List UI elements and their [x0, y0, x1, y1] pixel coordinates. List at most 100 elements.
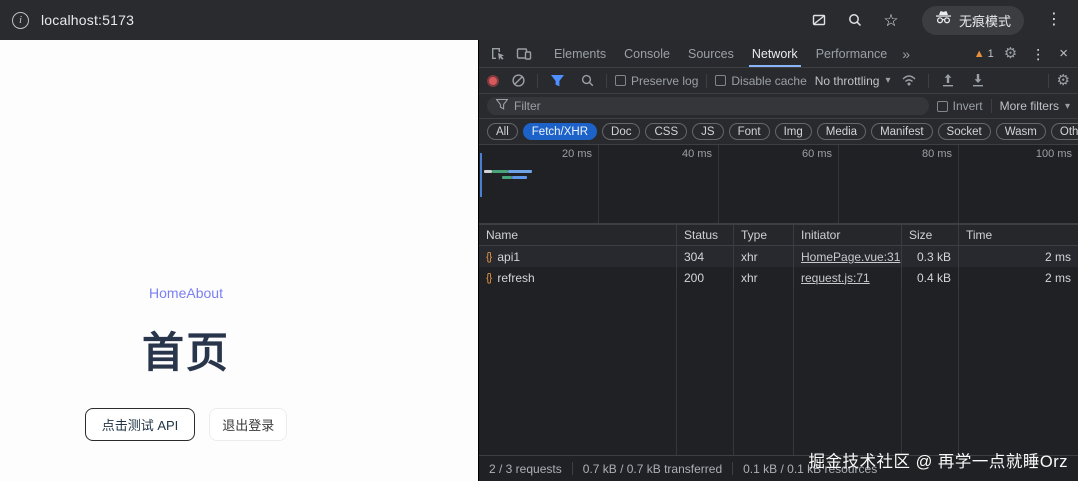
incognito-icon	[935, 11, 952, 29]
timeline-tick-label: 100 ms	[959, 145, 1078, 223]
column-header[interactable]: Name	[479, 225, 677, 245]
request-type-chip[interactable]: Wasm	[996, 123, 1046, 140]
watermark-text: 掘金技术社区 @ 再学一点就睡Orz	[809, 448, 1069, 472]
request-type-chip[interactable]: Media	[817, 123, 866, 140]
network-conditions-icon[interactable]	[898, 70, 920, 92]
request-time: 2 ms	[959, 246, 1078, 267]
request-type-chips: All Fetch/XHR Doc CSS JS Font Img Media Manifest…	[479, 119, 1078, 145]
request-type-chip[interactable]: Doc	[602, 123, 640, 140]
preserve-log-checkbox[interactable]: Preserve log	[615, 74, 698, 88]
import-har-icon[interactable]	[937, 70, 959, 92]
requests-table: NameStatusTypeInitiatorSizeTime {}api130…	[479, 224, 1078, 481]
initiator-link[interactable]: HomePage.vue:31	[801, 250, 900, 264]
request-type-chip[interactable]: CSS	[645, 123, 687, 140]
request-size: 0.4 kB	[902, 267, 959, 288]
column-header[interactable]: Type	[734, 225, 794, 245]
warning-icon: ▲	[974, 48, 985, 60]
request-type-chip[interactable]: Other	[1051, 123, 1078, 140]
column-header[interactable]: Initiator	[794, 225, 902, 245]
export-har-icon[interactable]	[967, 70, 989, 92]
incognito-label: 无痕模式	[959, 11, 1011, 30]
initiator-link[interactable]: request.js:71	[801, 271, 870, 285]
web-page: HomeAbout 首页 点击测试 API 退出登录	[0, 40, 478, 481]
timeline-tick-label: 60 ms	[719, 145, 839, 223]
devtools-tabbar: ElementsConsoleSourcesNetworkPerformance…	[479, 40, 1078, 68]
nav-link-home[interactable]: Home	[149, 285, 186, 301]
timeline-segments: 20 ms40 ms60 ms80 ms100 ms	[479, 145, 1078, 223]
network-overview-timeline[interactable]: 20 ms40 ms60 ms80 ms100 ms	[479, 145, 1078, 224]
more-filters-button[interactable]: More filters ▾	[1000, 99, 1070, 113]
waterfall-bar	[512, 176, 527, 179]
devtools-tab[interactable]: Elements	[545, 40, 615, 67]
requests-table-header: NameStatusTypeInitiatorSizeTime	[479, 224, 1078, 246]
requests-table-empty-area	[479, 288, 1078, 455]
request-size: 0.3 kB	[902, 246, 959, 267]
network-settings-icon[interactable]: ⚙	[1057, 73, 1070, 88]
timeline-tick-label: 40 ms	[599, 145, 719, 223]
network-filter-row: Invert More filters ▾	[479, 94, 1078, 119]
url-text[interactable]: localhost:5173	[41, 12, 134, 28]
column-header[interactable]: Time	[959, 225, 1078, 245]
request-row[interactable]: {}refresh200xhrrequest.js:710.4 kB2 ms	[479, 267, 1078, 288]
record-network-log-button[interactable]	[487, 75, 499, 87]
console-error-badge[interactable]: ▲ 1	[974, 48, 994, 60]
page-nav: HomeAbout	[0, 285, 372, 301]
devtools-tab[interactable]: Network	[743, 40, 807, 67]
page-title: 首页	[0, 319, 372, 380]
waterfall-bar	[492, 170, 508, 173]
timeline-tick-label: 20 ms	[479, 145, 599, 223]
devtools-settings-icon[interactable]: ⚙	[1004, 46, 1017, 61]
test-api-button[interactable]: 点击测试 API	[85, 408, 196, 441]
waterfall-bar	[508, 170, 532, 173]
json-braces-icon: {}	[486, 272, 491, 284]
checkbox-icon	[715, 75, 726, 86]
site-info-icon[interactable]: i	[12, 12, 29, 29]
throttling-select[interactable]: No throttling ▾	[815, 74, 891, 88]
filter-toggle-icon[interactable]	[546, 70, 568, 92]
request-type-chip[interactable]: Font	[729, 123, 770, 140]
requests-count: 2 / 3 requests	[489, 462, 562, 476]
request-type-chip[interactable]: Fetch/XHR	[523, 123, 597, 140]
clear-network-log-icon[interactable]	[507, 70, 529, 92]
invert-filter-checkbox[interactable]: Invert	[937, 99, 983, 113]
bookmark-star-icon[interactable]: ☆	[882, 11, 900, 29]
zoom-search-icon[interactable]	[846, 11, 864, 29]
device-toolbar-icon[interactable]	[513, 43, 535, 65]
column-header[interactable]: Status	[677, 225, 734, 245]
logout-button[interactable]: 退出登录	[209, 408, 287, 441]
devtools-tab[interactable]: Sources	[679, 40, 743, 67]
inspect-element-icon[interactable]	[487, 43, 509, 65]
request-type: xhr	[734, 267, 794, 288]
blocked-content-icon[interactable]	[810, 11, 828, 29]
more-tabs-icon[interactable]: »	[896, 46, 916, 62]
devtools-menu-icon[interactable]: ⋮	[1027, 47, 1049, 61]
request-status: 304	[677, 246, 734, 267]
request-type: xhr	[734, 246, 794, 267]
network-toolbar: Preserve log Disable cache No throttling…	[479, 68, 1078, 94]
request-type-chip[interactable]: Img	[775, 123, 812, 140]
request-type-chip[interactable]: All	[487, 123, 518, 140]
filter-input[interactable]	[514, 99, 920, 113]
chevron-down-icon: ▾	[1065, 101, 1070, 112]
request-type-chip[interactable]: Manifest	[871, 123, 932, 140]
disable-cache-checkbox[interactable]: Disable cache	[715, 74, 806, 88]
request-name: refresh	[497, 271, 534, 285]
devtools-tab[interactable]: Performance	[807, 40, 897, 67]
request-row[interactable]: {}api1304xhrHomePage.vue:310.3 kB2 ms	[479, 246, 1078, 267]
chevron-down-icon: ▾	[885, 75, 890, 86]
nav-link-about[interactable]: About	[186, 285, 223, 301]
column-header[interactable]: Size	[902, 225, 959, 245]
browser-menu-icon[interactable]: ⋮	[1042, 12, 1066, 28]
search-network-icon[interactable]	[576, 70, 598, 92]
waterfall-bar	[502, 176, 512, 179]
timeline-load-marker	[480, 153, 482, 197]
json-braces-icon: {}	[486, 251, 491, 263]
devtools-tab[interactable]: Console	[615, 40, 679, 67]
devtools-panel: ElementsConsoleSourcesNetworkPerformance…	[478, 40, 1078, 481]
requests-rows: {}api1304xhrHomePage.vue:310.3 kB2 ms{}r…	[479, 246, 1078, 288]
request-type-chip[interactable]: Socket	[938, 123, 991, 140]
request-type-chip[interactable]: JS	[692, 123, 723, 140]
waterfall-bar	[484, 170, 492, 173]
transferred-size: 0.7 kB / 0.7 kB transferred	[583, 462, 722, 476]
devtools-close-icon[interactable]: ×	[1059, 46, 1068, 61]
